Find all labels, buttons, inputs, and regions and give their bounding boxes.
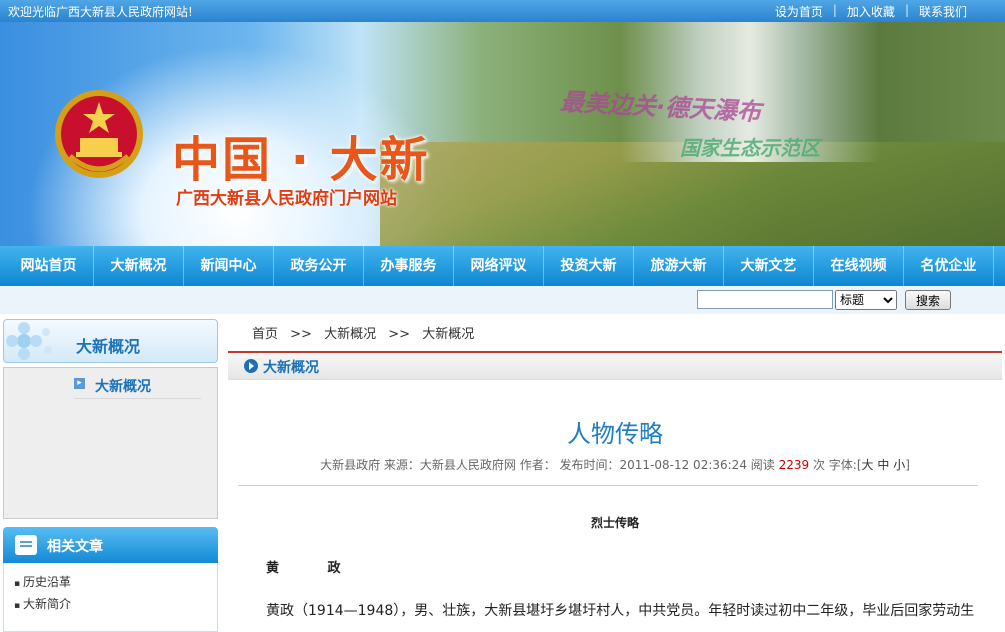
breadcrumb-separator: >> xyxy=(388,327,411,342)
read-count: 2239 xyxy=(778,458,810,472)
font-size-large[interactable]: 大 xyxy=(862,458,874,472)
breadcrumb-overview[interactable]: 大新概况 xyxy=(324,327,376,342)
meta-info: 大新县政府 来源：大新县人民政府网 作者： 发布时间：2011-08-12 02… xyxy=(320,458,775,472)
breadcrumb-home[interactable]: 首页 xyxy=(252,327,278,342)
nav-services[interactable]: 办事服务 xyxy=(364,246,454,286)
nav-overview[interactable]: 大新概况 xyxy=(94,246,184,286)
related-item-intro[interactable]: 大新简介 xyxy=(4,593,217,615)
site-title: 中国 · 大新 xyxy=(172,132,430,188)
top-bar: 欢迎光临广西大新县人民政府网站! 设为首页 | 加入收藏 | 联系我们 xyxy=(0,0,1005,22)
search-type-select[interactable]: 标题 xyxy=(835,290,897,310)
article-subheading: 烈士传略 xyxy=(590,516,639,530)
sidebar-item-overview[interactable]: 大新概况 xyxy=(95,376,151,396)
site-subtitle: 广西大新县人民政府门户网站 xyxy=(176,189,397,209)
person-name: 黄 政 xyxy=(266,561,363,576)
main-nav: 网站首页 大新概况 新闻中心 政务公开 办事服务 网络评议 投资大新 旅游大新 … xyxy=(0,246,1005,286)
meta-font-label: 次 字体:[ xyxy=(812,458,862,472)
nav-invest[interactable]: 投资大新 xyxy=(544,246,634,286)
meta-close: ] xyxy=(905,458,910,472)
nav-enterprises[interactable]: 名优企业 xyxy=(904,246,994,286)
search-bar: 标题 搜索 xyxy=(0,286,1005,314)
font-size-small[interactable]: 小 xyxy=(893,458,905,472)
related-title: 相关文章 xyxy=(47,539,103,555)
font-size-medium[interactable]: 中 xyxy=(877,458,889,472)
breadcrumb-separator: >> xyxy=(290,327,312,342)
top-links: 设为首页 | 加入收藏 | 联系我们 xyxy=(765,3,977,20)
sidebar-header: 大新概况 xyxy=(3,319,218,363)
divider xyxy=(74,398,201,399)
article-icon xyxy=(15,535,37,555)
nav-news[interactable]: 新闻中心 xyxy=(184,246,274,286)
section-bar: 大新概况 xyxy=(228,353,1002,380)
related-item-history[interactable]: 历史沿革 xyxy=(4,571,217,593)
nav-video[interactable]: 在线视频 xyxy=(814,246,904,286)
search-input[interactable] xyxy=(697,290,833,309)
nav-tourism[interactable]: 旅游大新 xyxy=(634,246,724,286)
article-divider xyxy=(238,485,978,486)
flower-decoration-icon xyxy=(6,322,52,360)
national-emblem-icon xyxy=(55,90,143,178)
nav-arts[interactable]: 大新文艺 xyxy=(724,246,814,286)
set-homepage-link[interactable]: 设为首页 xyxy=(765,3,833,20)
main-content: 首页 >> 大新概况 >> 大新概况 大新概况 人物传略 大新县政府 来源：大新… xyxy=(228,319,1002,620)
sidebar-menu: ▸ 大新概况 xyxy=(3,367,218,519)
banner-slogan-2: 国家生态示范区 xyxy=(680,136,820,160)
breadcrumb-current[interactable]: 大新概况 xyxy=(422,327,474,342)
article-paragraph: 黄政（1914—1948），男、壮族，大新县堪圩乡堪圩村人，中共党员。年轻时读过… xyxy=(266,603,975,619)
arrow-right-icon: ▸ xyxy=(74,378,85,389)
play-circle-icon xyxy=(244,359,258,373)
sidebar-title: 大新概况 xyxy=(76,337,141,356)
welcome-text: 欢迎光临广西大新县人民政府网站! xyxy=(8,5,193,19)
article-meta: 大新县政府 来源：大新县人民政府网 作者： 发布时间：2011-08-12 02… xyxy=(228,456,1002,473)
contact-us-link[interactable]: 联系我们 xyxy=(909,3,977,20)
related-list: 历史沿革 大新简介 xyxy=(3,563,218,632)
nav-review[interactable]: 网络评议 xyxy=(454,246,544,286)
nav-gov-affairs[interactable]: 政务公开 xyxy=(274,246,364,286)
search-button[interactable]: 搜索 xyxy=(905,290,951,310)
section-title: 大新概况 xyxy=(263,360,319,376)
sidebar: 大新概况 ▸ 大新概况 相关文章 历史沿革 大新简介 xyxy=(3,319,218,632)
article-title: 人物传略 xyxy=(567,420,663,448)
related-header: 相关文章 xyxy=(3,527,218,563)
nav-home[interactable]: 网站首页 xyxy=(4,246,94,286)
breadcrumb: 首页 >> 大新概况 >> 大新概况 xyxy=(228,319,1002,353)
add-favorite-link[interactable]: 加入收藏 xyxy=(837,3,905,20)
header-banner: 中国 · 大新 广西大新县人民政府门户网站 最美边关·德天瀑布 国家生态示范区 xyxy=(0,22,1005,246)
